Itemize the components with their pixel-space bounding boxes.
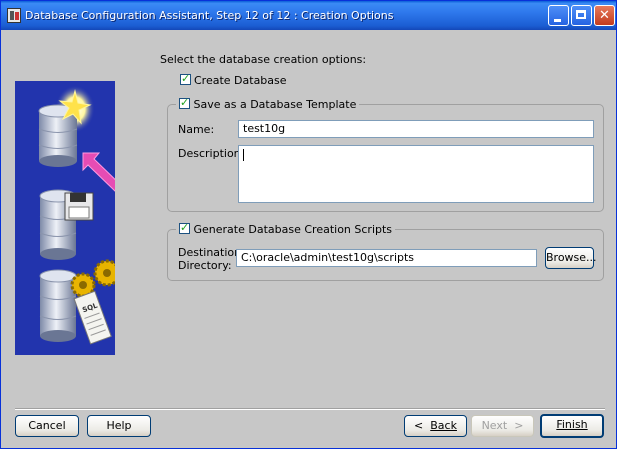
name-label: Name: [178,123,215,136]
template-name-input[interactable]: test10g [238,120,594,138]
help-button[interactable]: Help [87,415,151,437]
maximize-icon [572,6,591,25]
browse-button[interactable]: Browse... [545,247,597,269]
next-arrow-icon: > [514,419,524,432]
destination-directory-input[interactable]: C:\oracle\admin\test10g\scripts [236,249,537,267]
save-template-checkbox[interactable] [179,96,190,109]
database-illustration: SQL [15,81,115,355]
maximize-button[interactable] [571,5,592,26]
back-arrow-icon: < [414,419,424,432]
cancel-button[interactable]: Cancel [15,415,79,437]
wizard-illustration: SQL [15,81,115,355]
scripts-group-legend: Generate Database Creation Scripts [176,221,396,236]
destination-label-line1: Destination [178,246,242,259]
description-label: Description: [178,147,245,160]
generate-scripts-label[interactable]: Generate Database Creation Scripts [194,223,393,236]
generate-scripts-checkbox[interactable] [179,221,190,234]
dialog-window: Database Configuration Assistant, Step 1… [0,0,617,449]
template-description-textarea[interactable] [238,145,594,203]
close-icon: ✕ [599,8,610,23]
finish-label: Finish [556,418,588,431]
minimize-button[interactable] [548,5,569,26]
instruction-text: Select the database creation options: [160,53,367,66]
app-icon [7,8,21,23]
finish-button[interactable]: Finish [540,414,604,438]
title-bar[interactable]: Database Configuration Assistant, Step 1… [1,1,616,30]
create-database-checkbox[interactable] [180,72,191,85]
back-label: Back [430,419,457,432]
destination-label-line2: Directory: [178,259,232,272]
template-group-legend: Save as a Database Template [176,96,360,111]
create-database-label[interactable]: Create Database [194,74,287,87]
back-button[interactable]: < Back [404,415,467,437]
text-caret [243,149,244,161]
close-button[interactable]: ✕ [594,5,615,26]
save-template-label[interactable]: Save as a Database Template [194,98,357,111]
next-button[interactable]: Next > [471,415,534,437]
next-label: Next [481,419,508,432]
footer-separator [15,408,605,410]
window-title: Database Configuration Assistant, Step 1… [25,9,394,22]
minimize-icon [549,6,568,25]
